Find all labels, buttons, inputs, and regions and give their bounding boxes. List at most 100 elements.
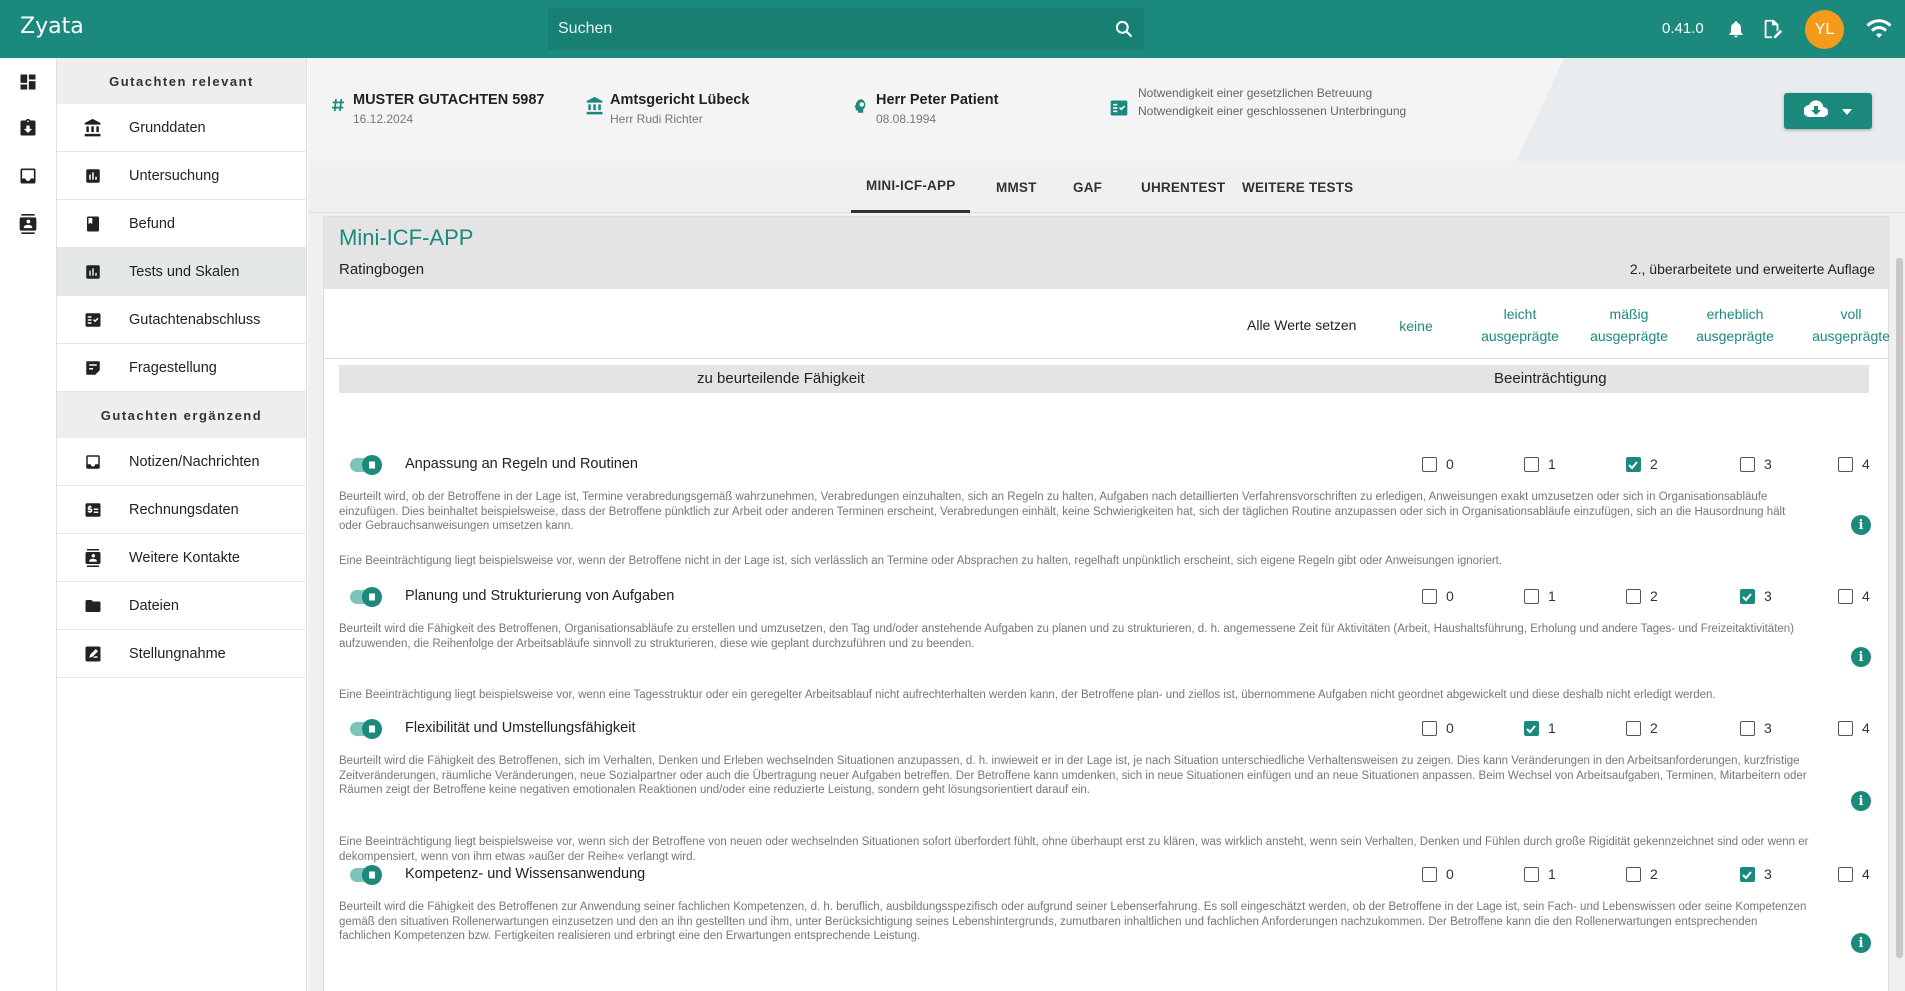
rating-value: 4 (1862, 588, 1870, 604)
item-title: Flexibilität und Umstellungsfähigkeit (405, 720, 636, 736)
tab-gaf[interactable]: GAF (1063, 161, 1112, 213)
rating-value: 3 (1764, 866, 1772, 882)
item-impairment-example: Eine Beeinträchtigung liegt beispielswei… (339, 836, 1809, 863)
item-description: Beurteilt wird, ob der Betroffene in der… (339, 491, 1786, 532)
head-brain-icon (846, 92, 876, 126)
caret-down-icon (1842, 102, 1852, 120)
bank-icon (580, 92, 610, 126)
contacts-icon[interactable] (16, 212, 40, 236)
sidebar-item-fragestellung[interactable]: Fragestellung (57, 344, 306, 392)
clipboard-icon (362, 455, 382, 475)
wifi-icon[interactable] (1864, 17, 1894, 41)
check-icon (1526, 725, 1536, 734)
inbox-icon (57, 453, 129, 471)
test-tabs: MINI-ICF-APP MMST GAF UHRENTEST WEITERE … (308, 161, 1905, 213)
clipboard-download-icon[interactable] (16, 116, 40, 140)
sidebar-item-stellungnahme[interactable]: Stellungnahme (57, 630, 306, 678)
sidebar-item-label: Rechnungsdaten (129, 501, 239, 518)
item-toggle[interactable] (350, 587, 382, 607)
rating-value: 4 (1862, 456, 1870, 472)
rating-checkbox-4[interactable] (1838, 721, 1853, 736)
download-button[interactable] (1784, 93, 1872, 129)
rating-checkbox-4[interactable] (1838, 457, 1853, 472)
item-toggle[interactable] (350, 719, 382, 739)
search-icon[interactable] (1104, 9, 1144, 49)
rating-value: 1 (1548, 588, 1556, 604)
rating-value: 0 (1446, 720, 1454, 736)
rating-checkbox-1[interactable] (1524, 721, 1539, 736)
tab-mini-icf-app[interactable]: MINI-ICF-APP (851, 161, 971, 213)
item-impairment-example: Eine Beeinträchtigung liegt beispielswei… (339, 555, 1503, 567)
search-input[interactable] (548, 20, 1104, 38)
info-icon[interactable]: i (1851, 791, 1871, 811)
sidebar-item-grunddaten[interactable]: Grunddaten (57, 104, 306, 152)
app-brand[interactable]: Zyata (20, 14, 84, 39)
rating-checkbox-3[interactable] (1740, 589, 1755, 604)
item-toggle[interactable] (350, 865, 382, 885)
rating-value: 0 (1446, 456, 1454, 472)
avatar[interactable]: YL (1805, 10, 1844, 49)
rating-checkbox-3[interactable] (1740, 457, 1755, 472)
rating-value: 2 (1650, 720, 1658, 736)
tab-uhrentest[interactable]: UHRENTEST (1131, 161, 1235, 213)
rating-checkbox-0[interactable] (1422, 867, 1437, 882)
rating-value: 1 (1548, 866, 1556, 882)
rating-value: 4 (1862, 720, 1870, 736)
rating-checkbox-0[interactable] (1422, 721, 1437, 736)
chart-icon (57, 263, 129, 281)
app-version: 0.41.0 (1662, 20, 1704, 37)
rating-value: 3 (1764, 456, 1772, 472)
rating-checkbox-1[interactable] (1524, 589, 1539, 604)
sidebar-item-gutachtenabschluss[interactable]: Gutachtenabschluss (57, 296, 306, 344)
case-title: MUSTER GUTACHTEN 5987 (353, 92, 545, 108)
court-info: Amtsgericht Lübeck Herr Rudi Richter (580, 92, 749, 126)
sidebar: Gutachten relevant Grunddaten Untersuchu… (57, 58, 307, 991)
clipboard-icon (362, 719, 382, 739)
rating-checkbox-2[interactable] (1626, 457, 1641, 472)
item-toggle[interactable] (350, 455, 382, 475)
rating-checkbox-0[interactable] (1422, 589, 1437, 604)
sidebar-item-tests-und-skalen[interactable]: Tests und Skalen (57, 248, 306, 296)
patient-info: Herr Peter Patient 08.08.1994 (846, 92, 999, 126)
rating-checkbox-1[interactable] (1524, 867, 1539, 882)
file-sign-icon[interactable] (1760, 17, 1784, 41)
sidebar-item-dateien[interactable]: Dateien (57, 582, 306, 630)
rating-checkbox-3[interactable] (1740, 721, 1755, 736)
sidebar-item-label: Notizen/Nachrichten (129, 453, 260, 470)
sidebar-item-label: Stellungnahme (129, 645, 226, 662)
rating-checkbox-2[interactable] (1626, 589, 1641, 604)
signature-icon (57, 645, 129, 663)
inbox-icon[interactable] (16, 164, 40, 188)
icf-card: Mini-ICF-APP Ratingbogen 2., überarbeite… (323, 216, 1890, 991)
scrollbar[interactable] (1896, 258, 1903, 958)
info-icon[interactable]: i (1851, 933, 1871, 953)
sidebar-section-ergaenzend: Gutachten ergänzend (57, 392, 306, 438)
contact-icon (57, 548, 129, 568)
rating-value: 0 (1446, 866, 1454, 882)
sidebar-item-label: Weitere Kontakte (129, 549, 240, 566)
sidebar-item-rechnungsdaten[interactable]: Rechnungsdaten (57, 486, 306, 534)
dashboard-icon[interactable] (16, 70, 40, 94)
sidebar-item-label: Untersuchung (129, 167, 220, 184)
sidebar-item-notizen[interactable]: Notizen/Nachrichten (57, 438, 306, 486)
sidebar-item-untersuchung[interactable]: Untersuchung (57, 152, 306, 200)
clipboard-icon (362, 865, 382, 885)
tab-mmst[interactable]: MMST (986, 161, 1047, 213)
info-icon[interactable]: i (1851, 515, 1871, 535)
rating-checkbox-3[interactable] (1740, 867, 1755, 882)
rating-checkbox-0[interactable] (1422, 457, 1437, 472)
sidebar-item-label: Grunddaten (129, 119, 206, 136)
rating-checkbox-1[interactable] (1524, 457, 1539, 472)
rating-checkbox-2[interactable] (1626, 721, 1641, 736)
case-notes: Notwendigkeit einer gesetzlichen Betreuu… (1108, 84, 1406, 123)
tab-weitere-tests[interactable]: WEITERE TESTS (1232, 161, 1363, 213)
hash-icon (323, 92, 353, 126)
rating-checkbox-4[interactable] (1838, 867, 1853, 882)
rating-checkbox-2[interactable] (1626, 867, 1641, 882)
bell-icon[interactable] (1724, 17, 1748, 41)
info-icon[interactable]: i (1851, 647, 1871, 667)
sidebar-item-weitere-kontakte[interactable]: Weitere Kontakte (57, 534, 306, 582)
sidebar-item-befund[interactable]: Befund (57, 200, 306, 248)
rating-checkbox-4[interactable] (1838, 589, 1853, 604)
patient-birthdate: 08.08.1994 (876, 112, 937, 126)
